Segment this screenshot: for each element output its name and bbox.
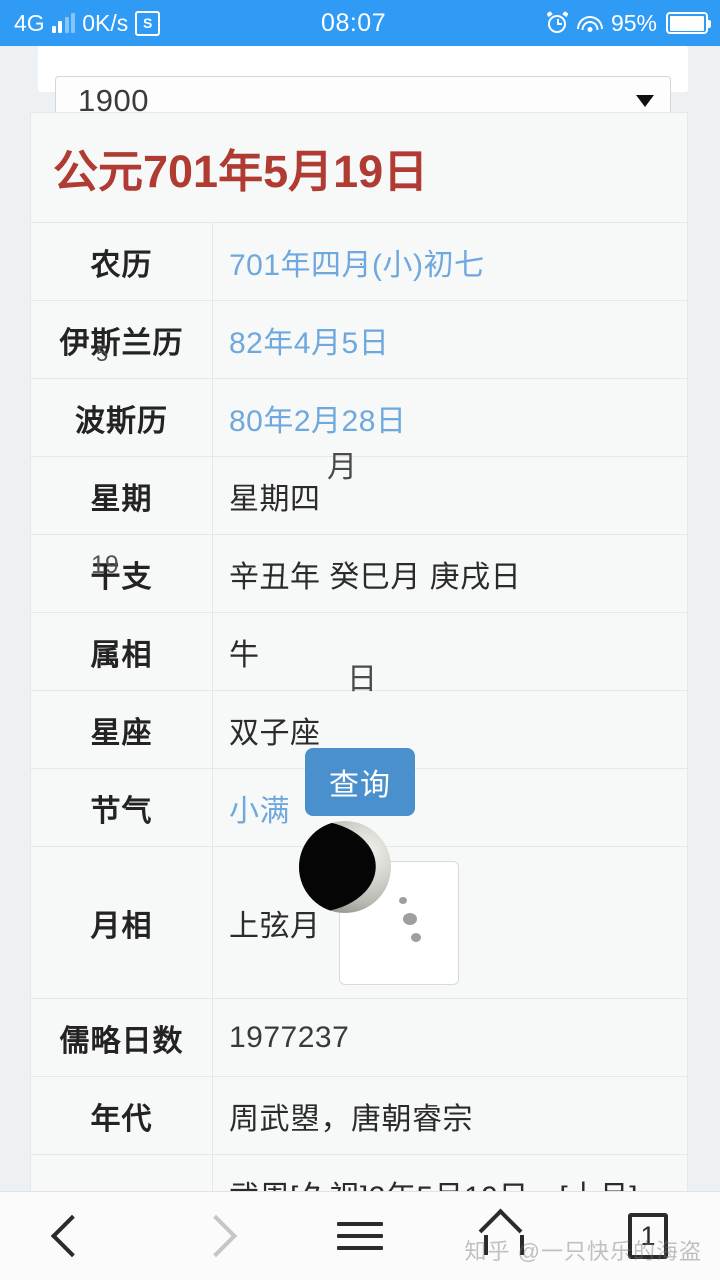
row-label: 星期 [31, 457, 213, 534]
page-title: 公元701年5月19日 [53, 146, 429, 197]
chevron-right-icon [194, 1214, 238, 1258]
table-row: 干支 辛丑年 癸巳月 庚戌日 [31, 535, 687, 613]
row-label: 农历 [31, 223, 213, 300]
chevron-down-icon [636, 94, 654, 107]
row-value[interactable]: 小满 [213, 769, 687, 846]
network-speed-label: 0K/s [82, 9, 129, 36]
row-value: 周武曌，唐朝睿宗 [229, 1102, 473, 1136]
home-icon [478, 1208, 528, 1257]
row-value[interactable]: 82年4月5日 [213, 301, 687, 378]
menu-button[interactable] [288, 1192, 432, 1280]
status-bar-right: 95% [546, 9, 720, 37]
row-label: 月相 [31, 847, 213, 998]
row-label: 波斯历 [31, 379, 213, 456]
row-label: 伊斯兰历 [31, 301, 213, 378]
home-button[interactable] [432, 1192, 576, 1280]
battery-percent-label: 95% [610, 9, 657, 36]
back-button[interactable] [0, 1192, 144, 1280]
row-label: 节气 [31, 769, 213, 846]
table-row: 属相 牛 [31, 613, 687, 691]
row-value: 双子座 [229, 716, 321, 750]
row-label: 儒略日数 [31, 999, 213, 1076]
table-row: 年代 周武曌，唐朝睿宗 [31, 1077, 687, 1155]
status-bar-clock: 08:07 [321, 8, 387, 37]
status-bar-left: 4G 0K/s S [0, 9, 161, 37]
phone-screen: 4G 0K/s S 08:07 95% 1900 公元701年5月19日 农历 … [0, 0, 720, 1280]
tabs-button[interactable]: 1 [576, 1192, 720, 1280]
row-label [31, 1155, 213, 1192]
row-label: 干支 [31, 535, 213, 612]
row-label: 属相 [31, 613, 213, 690]
network-type-label: 4G [14, 9, 45, 36]
browser-navigation-bar: 1 [0, 1191, 720, 1280]
result-title-row: 公元701年5月19日 [31, 113, 687, 223]
table-row: 伊斯兰历 82年4月5日 [31, 301, 687, 379]
query-button[interactable]: 查询 [305, 748, 415, 816]
hamburger-menu-icon [337, 1214, 383, 1258]
table-row-moon-phase: 月相 上弦月 [31, 820, 687, 999]
tab-count-badge: 1 [628, 1213, 668, 1259]
browser-webview: 1900 公元701年5月19日 农历 701年四月(小)初七 伊斯兰历 82年… [0, 46, 720, 1192]
date-result-card: 公元701年5月19日 农历 701年四月(小)初七 伊斯兰历 82年4月5日 … [30, 112, 688, 1192]
forward-button[interactable] [144, 1192, 288, 1280]
table-row-partial: 武周[久视]2年5月19日，[十月] [31, 1155, 687, 1192]
row-value: 牛 [229, 638, 260, 672]
s-badge-icon: S [135, 10, 161, 36]
battery-icon [666, 12, 711, 34]
table-row: 儒略日数 1977237 [31, 999, 687, 1077]
alarm-clock-icon [546, 10, 569, 34]
status-bar: 4G 0K/s S 08:07 95% [0, 0, 720, 46]
row-value: 武周[久视]2年5月19日，[十月] [213, 1155, 687, 1192]
table-row: 波斯历 80年2月28日 [31, 379, 687, 457]
row-label: 年代 [31, 1077, 213, 1154]
moon-phase-label: 上弦月 [229, 909, 321, 943]
row-label: 星座 [31, 691, 213, 768]
table-row: 农历 701年四月(小)初七 [31, 223, 687, 301]
row-value: 1977237 [229, 1020, 350, 1054]
wifi-icon [576, 14, 603, 32]
chevron-left-icon [50, 1214, 94, 1258]
row-value[interactable]: 80年2月28日 [213, 379, 687, 456]
signal-bars-icon [51, 13, 76, 33]
row-value: 辛丑年 癸巳月 庚戌日 [229, 560, 522, 594]
moon-phase-image [298, 820, 459, 985]
table-row: 星期 星期四 [31, 457, 687, 535]
row-value-container: 上弦月 [213, 820, 687, 998]
row-value[interactable]: 701年四月(小)初七 [213, 223, 687, 300]
row-value: 星期四 [229, 482, 321, 516]
